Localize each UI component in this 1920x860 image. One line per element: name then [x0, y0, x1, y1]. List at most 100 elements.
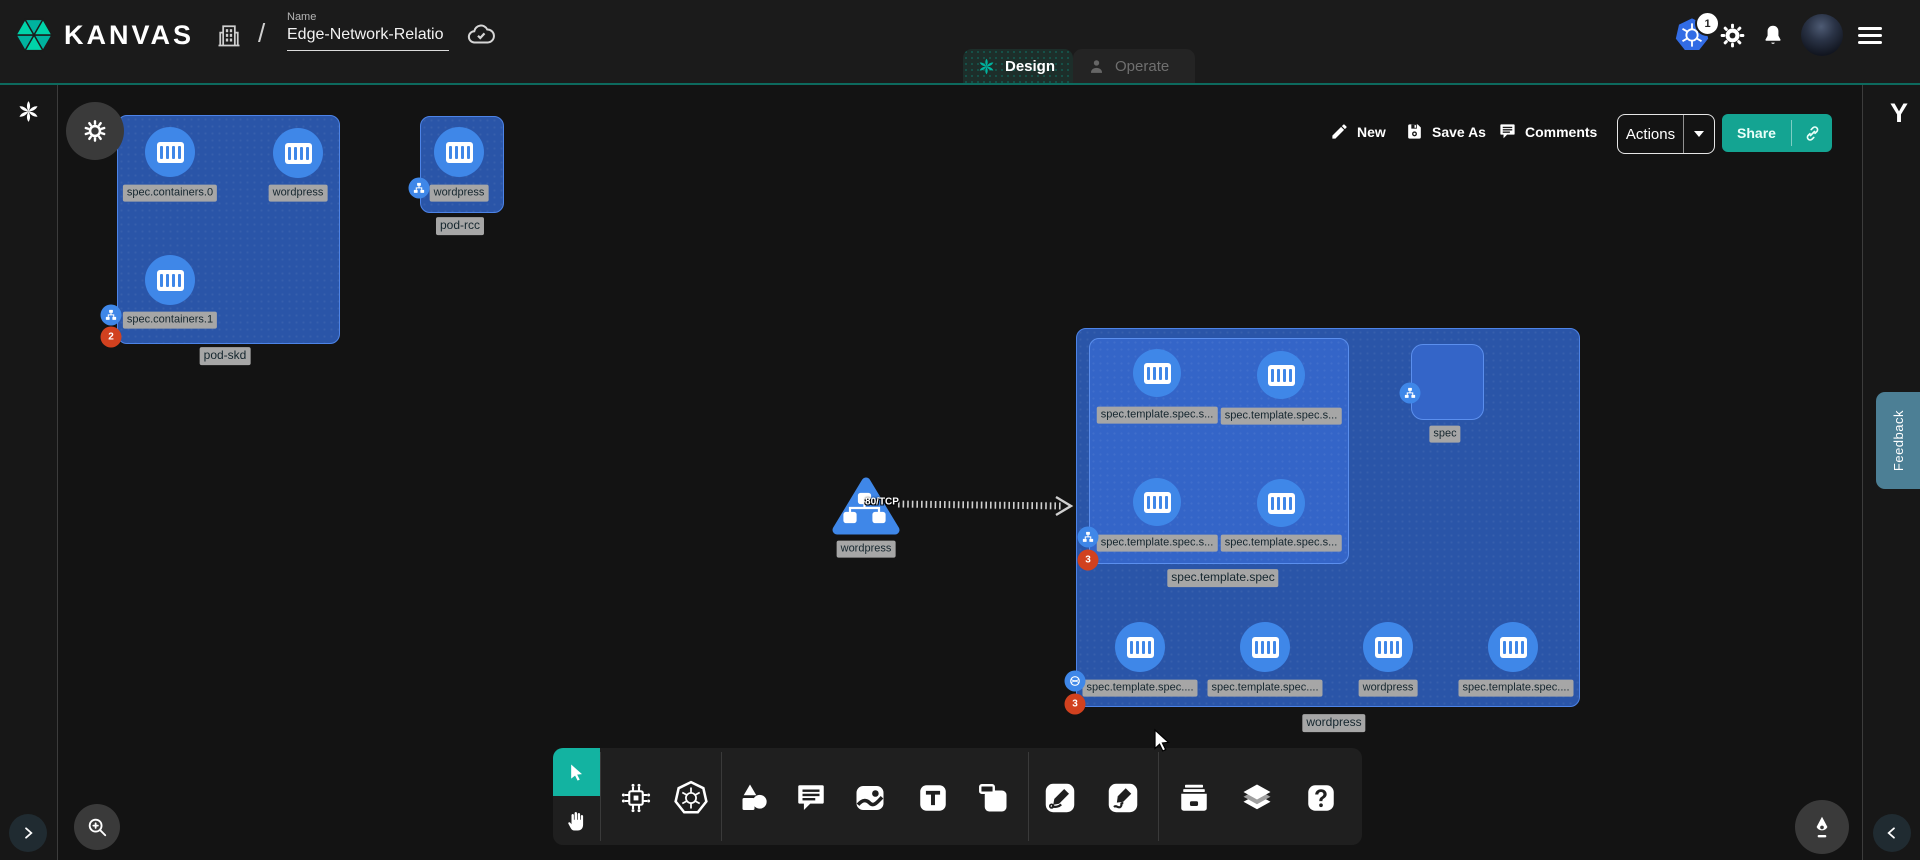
node-label[interactable]: spec.containers.0 — [123, 185, 217, 202]
expand-right-panel-button[interactable] — [1873, 814, 1911, 852]
tool-media[interactable] — [848, 776, 892, 820]
magnifier-plus-icon — [86, 816, 108, 838]
tool-components[interactable] — [614, 776, 658, 820]
comment-icon — [1498, 122, 1517, 141]
kanvas-logo-icon — [14, 15, 54, 55]
node-label[interactable]: spec — [1429, 426, 1460, 443]
tool-pan[interactable] — [553, 796, 600, 845]
kubernetes-context-button[interactable]: 1 — [1672, 15, 1712, 55]
tool-shapes[interactable] — [731, 776, 775, 820]
pod-badge[interactable] — [101, 305, 122, 326]
group-spec-template-spec[interactable] — [1089, 338, 1349, 564]
error-count-badge[interactable]: 2 — [101, 327, 122, 348]
new-button[interactable]: New — [1330, 122, 1386, 141]
node-label[interactable]: spec.template.spec.... — [1208, 680, 1323, 697]
group-label[interactable]: spec.template.spec — [1167, 569, 1278, 587]
pod-badge[interactable] — [1400, 383, 1421, 404]
deployment-badge[interactable] — [1065, 671, 1086, 692]
hand-icon — [565, 809, 589, 833]
container-node[interactable] — [1363, 622, 1413, 672]
node-label[interactable]: wordpress — [837, 541, 896, 558]
tool-comment[interactable] — [789, 776, 833, 820]
gear-flower-icon — [82, 118, 108, 144]
container-node[interactable] — [145, 255, 195, 305]
container-node[interactable] — [1257, 479, 1305, 527]
avatar[interactable] — [1801, 14, 1843, 56]
share-split-button[interactable]: Share — [1722, 114, 1832, 152]
container-node[interactable] — [1133, 349, 1181, 397]
actions-button-divider — [1683, 115, 1684, 153]
actions-split-button[interactable]: Actions — [1617, 114, 1715, 154]
notifications-bell-icon[interactable] — [1760, 22, 1786, 48]
container-node[interactable] — [1257, 351, 1305, 399]
tool-select[interactable] — [553, 748, 600, 796]
hamburger-menu-icon[interactable] — [1858, 27, 1882, 44]
meshery-spiral-icon[interactable] — [16, 99, 41, 129]
comments-button-label: Comments — [1525, 124, 1597, 140]
group-label[interactable]: pod-skd — [200, 347, 251, 365]
tool-pen[interactable] — [1038, 776, 1082, 820]
share-link-icon[interactable] — [1792, 124, 1832, 143]
shapes-icon — [735, 780, 771, 816]
design-name-value[interactable]: Edge-Network-Relatio — [287, 26, 449, 51]
kanvas-logo[interactable]: KANVAS — [14, 15, 194, 55]
group-label[interactable]: pod-rcc — [436, 217, 484, 235]
node-label[interactable]: wordpress — [1359, 680, 1418, 697]
new-button-label: New — [1357, 124, 1386, 140]
pod-badge[interactable] — [1078, 527, 1099, 548]
node-label[interactable]: wordpress — [269, 185, 328, 202]
node-label[interactable]: spec.containers.1 — [123, 312, 217, 329]
node-spec[interactable] — [1411, 344, 1484, 420]
node-label[interactable]: spec.template.spec.... — [1083, 680, 1198, 697]
node-label[interactable]: wordpress — [430, 185, 489, 202]
container-node[interactable] — [1240, 622, 1290, 672]
tool-note[interactable] — [971, 776, 1015, 820]
feedback-label: Feedback — [1891, 410, 1906, 471]
container-node[interactable] — [1133, 478, 1181, 526]
dock-k8s-gear-button[interactable] — [66, 102, 124, 160]
edge-wordpress-service[interactable] — [898, 504, 1062, 506]
container-node[interactable] — [273, 128, 323, 178]
tool-kubernetes[interactable] — [669, 776, 713, 820]
actions-caret-icon[interactable] — [1694, 131, 1704, 137]
tab-design[interactable]: Design — [963, 49, 1073, 83]
service-node-wordpress[interactable] — [831, 476, 901, 543]
toolbar-divider — [600, 752, 601, 841]
container-icon — [1268, 365, 1295, 386]
comment-icon — [794, 781, 828, 815]
actions-button-label: Actions — [1618, 126, 1683, 143]
node-label[interactable]: spec.template.spec.s... — [1097, 407, 1218, 424]
comments-button[interactable]: Comments — [1498, 122, 1597, 141]
feedback-tab[interactable]: Feedback — [1876, 392, 1920, 489]
organization-icon[interactable] — [215, 21, 243, 49]
error-count-badge[interactable]: 3 — [1078, 550, 1099, 571]
floppy-save-icon — [1405, 122, 1424, 141]
save-as-button[interactable]: Save As — [1405, 122, 1486, 141]
container-node[interactable] — [1488, 622, 1538, 672]
tool-help[interactable] — [1299, 776, 1343, 820]
node-label[interactable]: spec.template.spec.s... — [1221, 408, 1342, 425]
container-icon — [285, 143, 312, 164]
error-count-badge[interactable]: 3 — [1065, 694, 1086, 715]
tool-sketch[interactable] — [1101, 776, 1145, 820]
node-label[interactable]: spec.template.spec.s... — [1221, 535, 1342, 552]
container-node[interactable] — [145, 127, 195, 177]
group-label[interactable]: wordpress — [1302, 714, 1365, 732]
expand-left-panel-button[interactable] — [9, 814, 47, 852]
tool-layers[interactable] — [1235, 776, 1279, 820]
edge-port-label: 80/TCP — [865, 497, 899, 508]
kanvas-app: { "header": { "logo_text": "KANVAS", "na… — [0, 0, 1920, 860]
pod-badge[interactable] — [409, 178, 430, 199]
tool-drawer[interactable] — [1172, 776, 1216, 820]
tab-operate[interactable]: Operate — [1073, 49, 1195, 83]
node-label[interactable]: spec.template.spec.... — [1459, 680, 1574, 697]
design-name-field[interactable]: Name Edge-Network-Relatio — [287, 11, 449, 51]
container-node[interactable] — [434, 127, 484, 177]
y-flow-icon[interactable]: Y — [1890, 98, 1908, 129]
zoom-search-button[interactable] — [74, 804, 120, 850]
container-node[interactable] — [1115, 622, 1165, 672]
tool-text[interactable] — [911, 776, 955, 820]
settings-gear-icon[interactable] — [1719, 22, 1746, 49]
whiteboard-pen-button[interactable] — [1795, 800, 1849, 854]
node-label[interactable]: spec.template.spec.s... — [1097, 535, 1218, 552]
